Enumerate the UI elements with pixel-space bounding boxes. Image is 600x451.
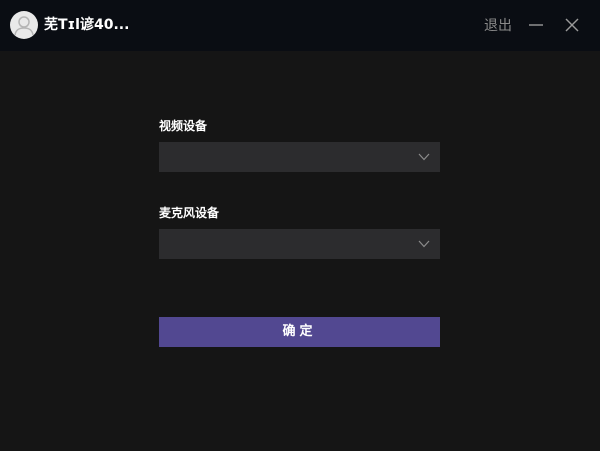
user-avatar-icon[interactable] <box>10 11 38 39</box>
microphone-device-select[interactable] <box>159 229 440 259</box>
video-device-select[interactable] <box>159 142 440 172</box>
confirm-button[interactable]: 确定 <box>159 317 440 347</box>
minimize-icon[interactable] <box>527 16 545 34</box>
chevron-down-icon <box>418 152 430 162</box>
video-device-label: 视频设备 <box>159 119 208 133</box>
user-name: 芜Tɪl谚40... <box>44 17 130 33</box>
title-bar: 芜Tɪl谚40... 退出 <box>0 0 600 51</box>
close-icon[interactable] <box>563 16 581 34</box>
chevron-down-icon <box>418 239 430 249</box>
microphone-device-label: 麦克风设备 <box>159 206 220 220</box>
logout-button[interactable]: 退出 <box>484 17 512 35</box>
